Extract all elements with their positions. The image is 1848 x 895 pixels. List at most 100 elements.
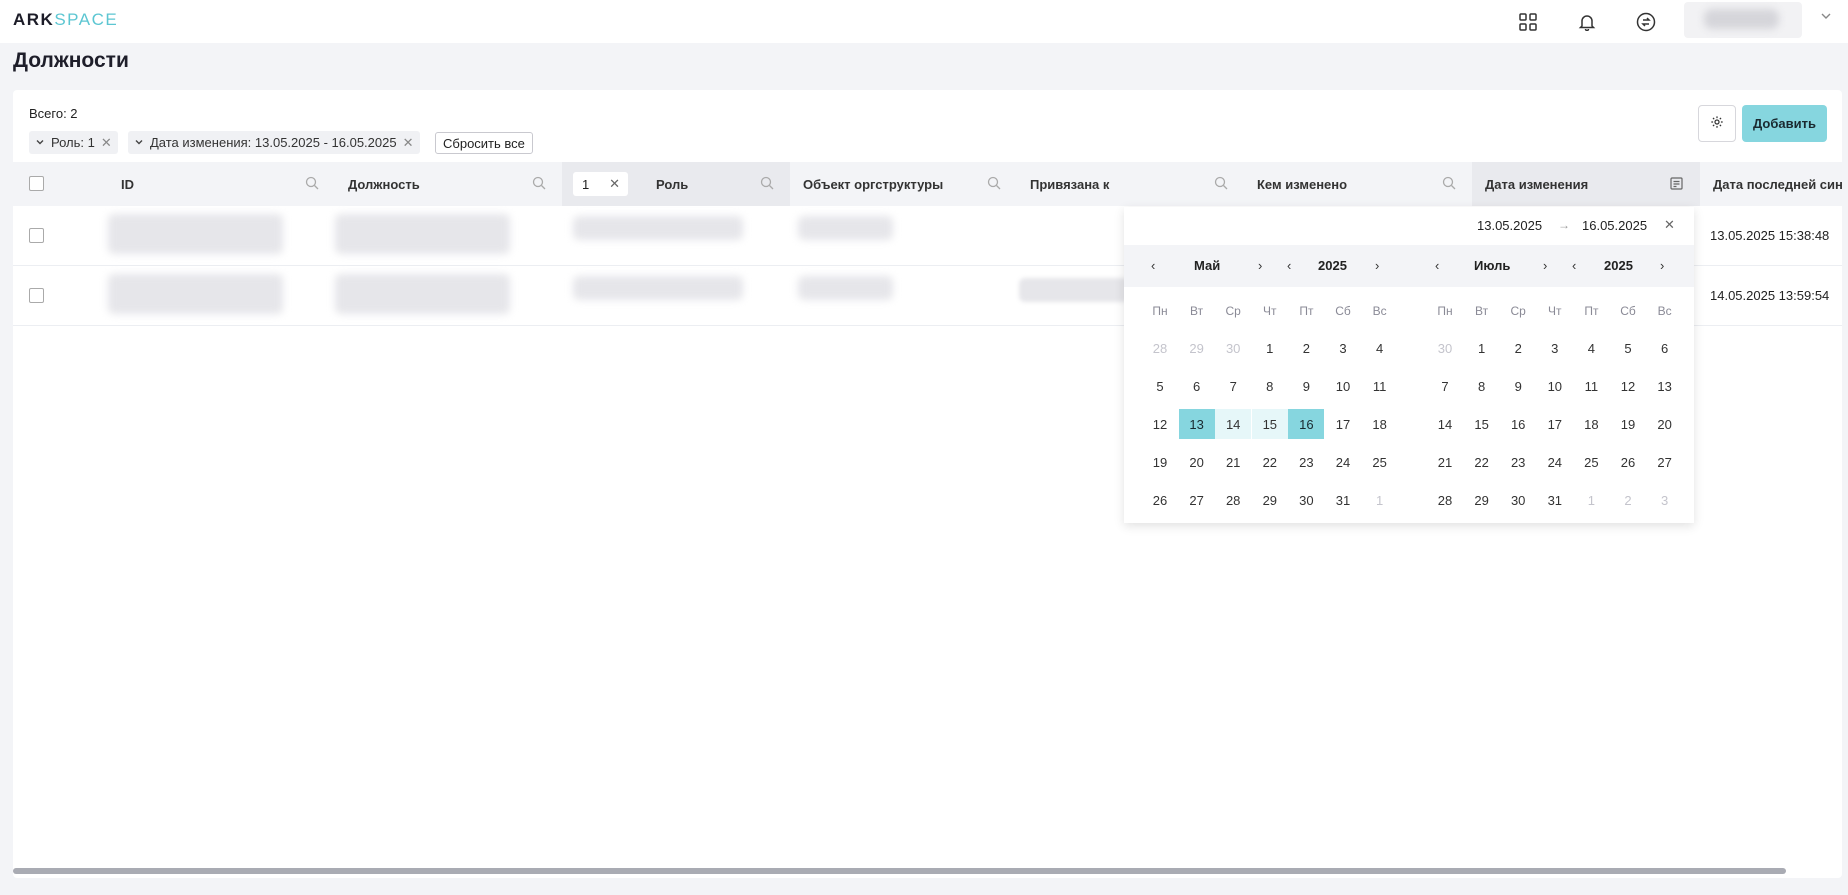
column-header-id[interactable]: ID	[108, 162, 335, 206]
calendar-day[interactable]: 21	[1427, 447, 1463, 477]
calendar-day[interactable]: 20	[1179, 447, 1215, 477]
calendar-day[interactable]: 18	[1573, 409, 1609, 439]
calendar-day[interactable]: 9	[1288, 371, 1324, 401]
calendar-day[interactable]: 14	[1215, 409, 1252, 439]
calendar-day[interactable]: 10	[1537, 371, 1573, 401]
close-icon[interactable]: ✕	[1664, 217, 1675, 233]
calendar-day[interactable]: 27	[1647, 447, 1683, 477]
calendar-day[interactable]: 18	[1362, 409, 1398, 439]
calendar-day[interactable]: 1	[1252, 333, 1288, 363]
calendar-day[interactable]: 22	[1252, 447, 1288, 477]
next-month-icon[interactable]: ›	[1258, 258, 1262, 273]
calendar-day[interactable]: 2	[1500, 333, 1536, 363]
range-end-input[interactable]: 16.05.2025	[1582, 218, 1647, 233]
search-icon[interactable]	[760, 176, 774, 193]
calendar-day[interactable]: 10	[1325, 371, 1361, 401]
app-logo[interactable]: ARKSPACE	[13, 10, 118, 30]
prev-year-icon[interactable]: ‹	[1572, 258, 1576, 273]
calendar-day[interactable]: 5	[1610, 333, 1646, 363]
calendar-day[interactable]: 31	[1325, 485, 1361, 515]
column-header-last-sync[interactable]: Дата последней син	[1700, 162, 1842, 206]
calendar-day[interactable]: 28	[1427, 485, 1463, 515]
role-filter-input[interactable]: 1 ✕	[573, 172, 628, 196]
calendar-day[interactable]: 11	[1362, 371, 1398, 401]
column-header-changed-by[interactable]: Кем изменено	[1244, 162, 1472, 206]
prev-month-icon[interactable]: ‹	[1151, 258, 1155, 273]
calendar-day[interactable]: 6	[1647, 333, 1683, 363]
calendar-day[interactable]: 1	[1464, 333, 1500, 363]
calendar-day[interactable]: 31	[1537, 485, 1573, 515]
search-icon[interactable]	[305, 176, 319, 193]
calendar-day[interactable]: 29	[1252, 485, 1288, 515]
select-all-checkbox[interactable]	[29, 176, 44, 191]
range-start-input[interactable]: 13.05.2025	[1477, 218, 1542, 233]
next-year-icon[interactable]: ›	[1375, 258, 1379, 273]
calendar-day[interactable]: 24	[1325, 447, 1361, 477]
close-icon[interactable]: ✕	[403, 135, 414, 151]
column-header-org-object[interactable]: Объект оргструктуры	[790, 162, 1017, 206]
bell-icon[interactable]	[1573, 8, 1601, 36]
calendar-day[interactable]: 26	[1142, 485, 1178, 515]
calendar-day[interactable]: 12	[1142, 409, 1178, 439]
calendar-day[interactable]: 16	[1500, 409, 1536, 439]
calendar-day[interactable]: 1	[1362, 485, 1398, 515]
prev-month-icon[interactable]: ‹	[1435, 258, 1439, 273]
grid-icon[interactable]	[1514, 8, 1542, 36]
left-year-label[interactable]: 2025	[1318, 258, 1347, 273]
calendar-icon[interactable]	[1670, 177, 1683, 193]
calendar-day[interactable]: 2	[1610, 485, 1646, 515]
close-icon[interactable]: ✕	[609, 176, 620, 192]
calendar-day[interactable]: 14	[1427, 409, 1463, 439]
prev-year-icon[interactable]: ‹	[1287, 258, 1291, 273]
calendar-day[interactable]: 15	[1464, 409, 1500, 439]
row-checkbox[interactable]	[29, 288, 44, 303]
calendar-day[interactable]: 19	[1142, 447, 1178, 477]
calendar-day[interactable]: 5	[1142, 371, 1178, 401]
calendar-day[interactable]: 12	[1610, 371, 1646, 401]
left-month-label[interactable]: Май	[1194, 258, 1220, 273]
calendar-day[interactable]: 23	[1500, 447, 1536, 477]
calendar-day[interactable]: 15	[1251, 409, 1288, 439]
calendar-day[interactable]: 1	[1573, 485, 1609, 515]
calendar-day[interactable]: 30	[1427, 333, 1463, 363]
reset-filters-button[interactable]: Сбросить все	[435, 132, 533, 154]
calendar-day[interactable]: 25	[1362, 447, 1398, 477]
calendar-day[interactable]: 16	[1288, 409, 1325, 439]
sync-icon[interactable]	[1632, 8, 1660, 36]
add-button[interactable]: Добавить	[1742, 105, 1827, 142]
search-icon[interactable]	[532, 176, 546, 193]
calendar-day[interactable]: 20	[1647, 409, 1683, 439]
calendar-day[interactable]: 19	[1610, 409, 1646, 439]
calendar-day[interactable]: 3	[1325, 333, 1361, 363]
calendar-day[interactable]: 6	[1179, 371, 1215, 401]
search-icon[interactable]	[987, 176, 1001, 193]
calendar-day[interactable]: 30	[1500, 485, 1536, 515]
column-header-changed-date[interactable]: Дата изменения	[1472, 162, 1700, 206]
calendar-day[interactable]: 27	[1179, 485, 1215, 515]
calendar-day[interactable]: 22	[1464, 447, 1500, 477]
horizontal-scrollbar[interactable]	[13, 868, 1786, 874]
settings-button[interactable]	[1698, 105, 1736, 142]
chevron-down-icon[interactable]	[1820, 10, 1832, 25]
calendar-day[interactable]: 7	[1215, 371, 1251, 401]
calendar-day[interactable]: 4	[1362, 333, 1398, 363]
calendar-day[interactable]: 30	[1288, 485, 1324, 515]
column-header-bound-to[interactable]: Привязана к	[1017, 162, 1244, 206]
calendar-day[interactable]: 8	[1464, 371, 1500, 401]
column-header-position[interactable]: Должность	[335, 162, 562, 206]
calendar-day[interactable]: 13	[1647, 371, 1683, 401]
calendar-day[interactable]: 4	[1573, 333, 1609, 363]
calendar-day[interactable]: 29	[1464, 485, 1500, 515]
calendar-day[interactable]: 23	[1288, 447, 1324, 477]
calendar-day[interactable]: 25	[1573, 447, 1609, 477]
next-year-icon[interactable]: ›	[1660, 258, 1664, 273]
filter-chip-date[interactable]: Дата изменения: 13.05.2025 - 16.05.2025 …	[128, 131, 420, 154]
calendar-day[interactable]: 8	[1252, 371, 1288, 401]
row-checkbox[interactable]	[29, 228, 44, 243]
calendar-day[interactable]: 29	[1179, 333, 1215, 363]
calendar-day[interactable]: 3	[1647, 485, 1683, 515]
user-profile[interactable]	[1684, 2, 1802, 38]
calendar-day[interactable]: 17	[1537, 409, 1573, 439]
calendar-day[interactable]: 9	[1500, 371, 1536, 401]
filter-chip-role[interactable]: Роль: 1 ✕	[29, 131, 118, 154]
